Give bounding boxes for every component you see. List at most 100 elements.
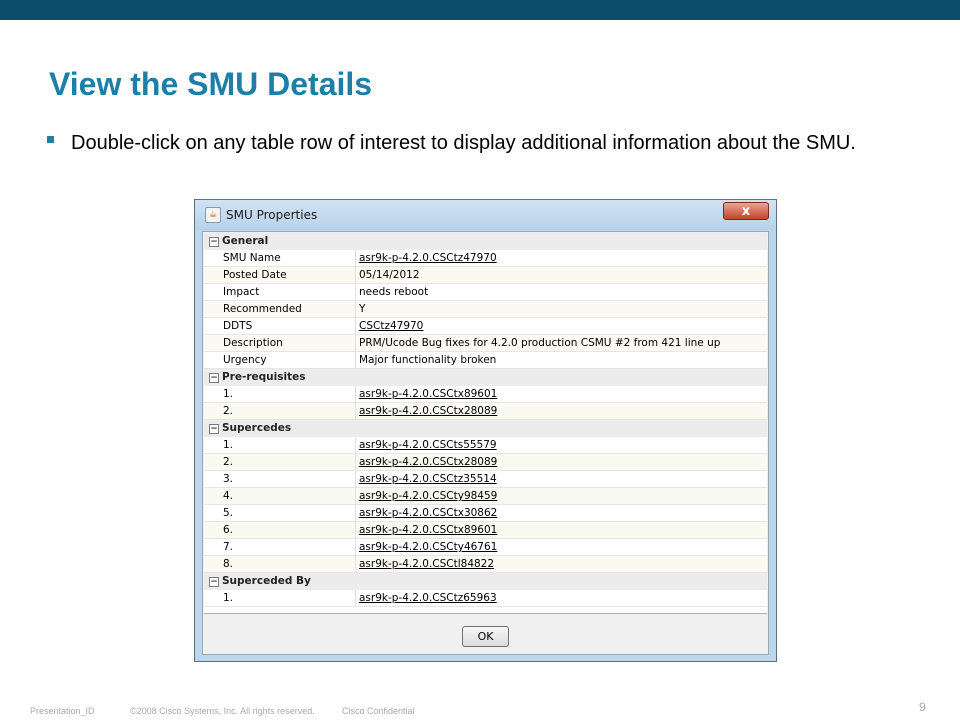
bullet-text: Double-click on any table row of interes…: [71, 132, 856, 154]
java-app-icon: ☕: [205, 207, 221, 223]
column-divider: [355, 488, 356, 505]
column-divider: [355, 556, 356, 573]
table-row[interactable]: 3. asr9k-p-4.2.0.CSCtz35514: [204, 471, 767, 488]
dialog-content: − General SMU Name asr9k-p-4.2.0.CSCtz47970…: [202, 231, 769, 655]
column-divider: [355, 403, 356, 420]
footer-presentation-id: Presentation_ID: [30, 706, 95, 716]
table-row[interactable]: Posted Date 05/14/2012: [204, 267, 767, 284]
table-row[interactable]: 8. asr9k-p-4.2.0.CSCtl84822: [204, 556, 767, 573]
section-label: Pre-requisites: [222, 371, 306, 383]
property-key: DDTS: [223, 320, 253, 332]
bullet-item: Double-click on any table row of interes…: [47, 131, 905, 155]
section-header-superceded-by[interactable]: − Superceded By: [204, 573, 767, 590]
close-button[interactable]: x: [723, 202, 769, 220]
table-row[interactable]: 1. asr9k-p-4.2.0.CSCtx89601: [204, 386, 767, 403]
column-divider: [355, 267, 356, 284]
properties-table: − General SMU Name asr9k-p-4.2.0.CSCtz47970…: [204, 233, 767, 614]
property-key: Impact: [223, 286, 260, 298]
table-row[interactable]: 4. asr9k-p-4.2.0.CSCty98459: [204, 488, 767, 505]
column-divider: [355, 318, 356, 335]
property-value: Y: [359, 303, 366, 315]
property-key: 6.: [223, 524, 234, 536]
section-header-general[interactable]: − General: [204, 233, 767, 250]
column-divider: [355, 471, 356, 488]
column-divider: [355, 301, 356, 318]
table-row[interactable]: 5. asr9k-p-4.2.0.CSCtx30862: [204, 505, 767, 522]
property-value: needs reboot: [359, 286, 429, 298]
property-value-link[interactable]: asr9k-p-4.2.0.CSCtx28089: [359, 456, 497, 468]
column-divider: [355, 454, 356, 471]
property-value-link[interactable]: asr9k-p-4.2.0.CSCty46761: [359, 541, 497, 553]
property-value-link[interactable]: asr9k-p-4.2.0.CSCtl84822: [359, 558, 494, 570]
slide-title: View the SMU Details: [49, 66, 373, 102]
column-divider: [355, 590, 356, 607]
property-key: 2.: [223, 405, 234, 417]
section-label: Supercedes: [222, 422, 292, 434]
table-row[interactable]: Impact needs reboot: [204, 284, 767, 301]
table-row[interactable]: 1. asr9k-p-4.2.0.CSCts55579: [204, 437, 767, 454]
column-divider: [355, 284, 356, 301]
table-row[interactable]: 2. asr9k-p-4.2.0.CSCtx28089: [204, 454, 767, 471]
table-row[interactable]: 6. asr9k-p-4.2.0.CSCtx89601: [204, 522, 767, 539]
column-divider: [355, 539, 356, 556]
property-key: 4.: [223, 490, 234, 502]
page-number: 9: [919, 700, 926, 714]
property-value-link[interactable]: asr9k-p-4.2.0.CSCtx89601: [359, 388, 497, 400]
collapse-toggle-icon[interactable]: −: [209, 577, 219, 587]
section-label: General: [222, 235, 269, 247]
table-row[interactable]: Description PRM/Ucode Bug fixes for 4.2.0…: [204, 335, 767, 352]
dialog-title: SMU Properties: [226, 208, 318, 222]
table-row[interactable]: Recommended Y: [204, 301, 767, 318]
property-value-link[interactable]: asr9k-p-4.2.0.CSCtz35514: [359, 473, 497, 485]
property-key: 2.: [223, 456, 234, 468]
ok-button[interactable]: OK: [462, 626, 509, 647]
smu-properties-dialog: ☕ SMU Properties x − General SMU Name asr9k…: [194, 199, 777, 662]
property-value: Major functionality broken: [359, 354, 497, 366]
property-value-link[interactable]: asr9k-p-4.2.0.CSCtx89601: [359, 524, 497, 536]
table-row[interactable]: SMU Name asr9k-p-4.2.0.CSCtz47970: [204, 250, 767, 267]
property-value-link[interactable]: asr9k-p-4.2.0.CSCtx28089: [359, 405, 497, 417]
column-divider: [355, 335, 356, 352]
section-header-supercedes[interactable]: − Supercedes: [204, 420, 767, 437]
table-row[interactable]: 2. asr9k-p-4.2.0.CSCtx28089: [204, 403, 767, 420]
column-divider: [355, 437, 356, 454]
column-divider: [355, 505, 356, 522]
footer-confidential: Cisco Confidential: [342, 706, 415, 716]
property-value-link[interactable]: asr9k-p-4.2.0.CSCtz47970: [359, 252, 497, 264]
property-value-link[interactable]: asr9k-p-4.2.0.CSCtz65963: [359, 592, 497, 604]
column-divider: [355, 250, 356, 267]
collapse-toggle-icon[interactable]: −: [209, 424, 219, 434]
property-key: 1.: [223, 388, 234, 400]
top-banner: [0, 0, 960, 20]
section-label: Superceded By: [222, 575, 311, 587]
property-value: 05/14/2012: [359, 269, 420, 281]
property-key: 7.: [223, 541, 234, 553]
property-key: 8.: [223, 558, 234, 570]
property-value-link[interactable]: asr9k-p-4.2.0.CSCty98459: [359, 490, 497, 502]
table-row[interactable]: 7. asr9k-p-4.2.0.CSCty46761: [204, 539, 767, 556]
property-key: 1.: [223, 592, 234, 604]
column-divider: [355, 386, 356, 403]
property-value-link[interactable]: CSCtz47970: [359, 320, 423, 332]
column-divider: [355, 522, 356, 539]
footer-copyright: ©2008 Cisco Systems, Inc. All rights res…: [130, 706, 315, 716]
property-key: Description: [223, 337, 283, 349]
table-row[interactable]: 1. asr9k-p-4.2.0.CSCtz65963: [204, 590, 767, 607]
table-row[interactable]: Urgency Major functionality broken: [204, 352, 767, 369]
property-key: Posted Date: [223, 269, 287, 281]
property-key: SMU Name: [223, 252, 281, 264]
column-divider: [355, 352, 356, 369]
dialog-titlebar[interactable]: ☕ SMU Properties x: [195, 200, 776, 230]
section-header-pre-requisites[interactable]: − Pre-requisites: [204, 369, 767, 386]
property-value-link[interactable]: asr9k-p-4.2.0.CSCtx30862: [359, 507, 497, 519]
property-value: PRM/Ucode Bug fixes for 4.2.0 production…: [359, 337, 721, 349]
table-row[interactable]: DDTS CSCtz47970: [204, 318, 767, 335]
property-value-link[interactable]: asr9k-p-4.2.0.CSCts55579: [359, 439, 497, 451]
property-key: 5.: [223, 507, 234, 519]
bullet-square-icon: [47, 136, 54, 143]
property-key: Recommended: [223, 303, 302, 315]
collapse-toggle-icon[interactable]: −: [209, 237, 219, 247]
property-key: 1.: [223, 439, 234, 451]
property-key: Urgency: [223, 354, 267, 366]
collapse-toggle-icon[interactable]: −: [209, 373, 219, 383]
